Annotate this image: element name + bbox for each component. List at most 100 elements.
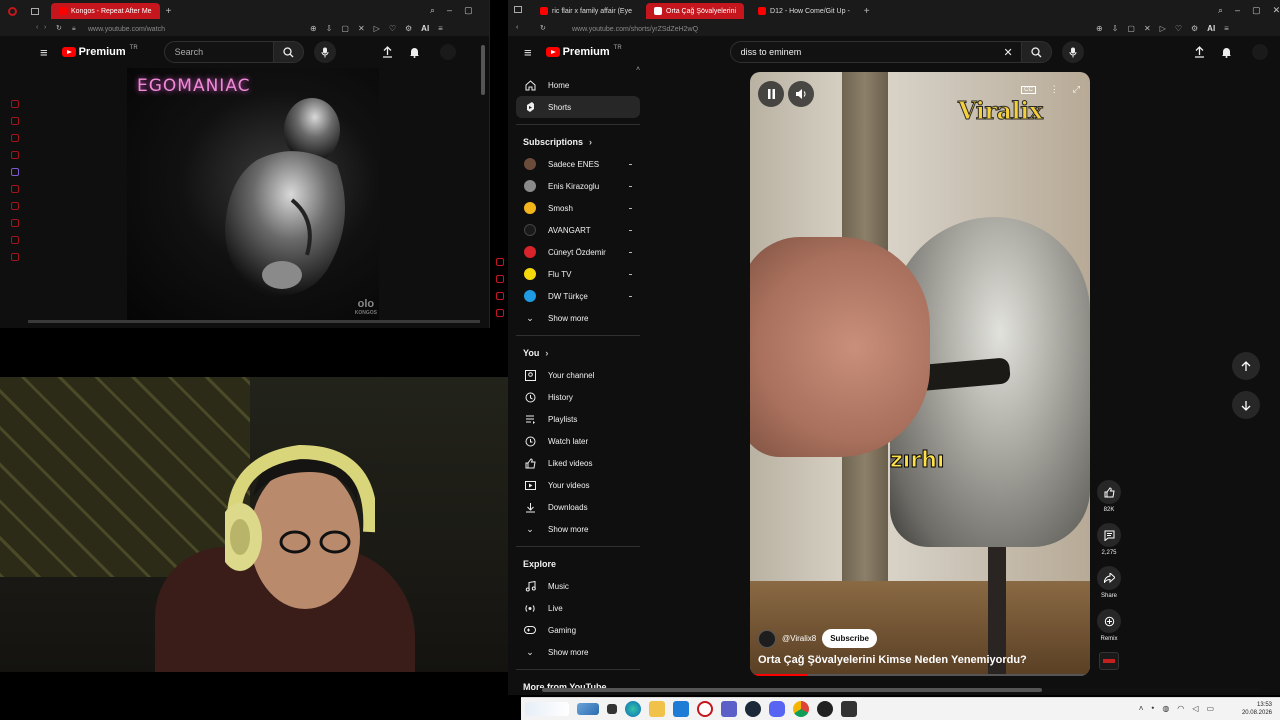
voice-search-button[interactable] xyxy=(313,41,336,63)
right-minimize-icon[interactable]: – xyxy=(1235,5,1240,16)
guide-item-music[interactable]: Music xyxy=(516,575,640,597)
previous-short-button[interactable] xyxy=(1232,352,1260,380)
right-close-icon[interactable]: ✕ xyxy=(1273,5,1280,16)
forward-icon[interactable]: › xyxy=(44,24,46,31)
left-search-button[interactable] xyxy=(273,41,304,63)
more-options-icon[interactable]: ⋮ xyxy=(1050,84,1059,95)
sidebar2-icon-3[interactable] xyxy=(496,292,504,300)
sound-thumbnail[interactable] xyxy=(1099,652,1119,670)
task-view-icon[interactable] xyxy=(607,704,617,714)
tray-app-icon-2[interactable]: ◍ xyxy=(1162,704,1169,713)
comments-button[interactable] xyxy=(1097,523,1121,547)
sidebar-icon-3[interactable] xyxy=(11,134,19,142)
sidebar-icon-9[interactable] xyxy=(11,236,19,244)
sidebar-icon-4[interactable] xyxy=(11,151,19,159)
subscribe-button[interactable]: Subscribe xyxy=(822,629,877,648)
search-tabs-icon[interactable]: ⌕ xyxy=(430,5,435,16)
zoom-icon[interactable]: ⊕ xyxy=(310,24,317,33)
right-tab-list-icon[interactable] xyxy=(514,6,522,13)
account-avatar[interactable] xyxy=(439,44,456,60)
screenshot-icon[interactable]: ▢ xyxy=(341,24,349,33)
guide-item-gaming[interactable]: Gaming xyxy=(516,619,640,641)
taskbar-landscape-app[interactable] xyxy=(577,703,599,715)
right-screenshot-icon[interactable]: ▢ xyxy=(1127,24,1135,33)
right-search-tabs-icon[interactable]: ⌕ xyxy=(1218,5,1223,16)
right-back-icon[interactable]: ‹ xyxy=(516,24,518,31)
left-tab-active[interactable]: Kongos - Repeat After Me xyxy=(51,3,160,19)
right-tab-1[interactable]: ric flair x family affair (Eye xyxy=(532,3,640,19)
right-download-icon[interactable]: ⇩ xyxy=(1112,24,1119,33)
guide-item-liked-videos[interactable]: Liked videos xyxy=(516,452,640,474)
guide-sub-sadece-enes[interactable]: Sadece ENES xyxy=(516,153,640,175)
minimize-icon[interactable]: – xyxy=(447,5,452,16)
guide-sub-flu-tv[interactable]: Flu TV xyxy=(516,263,640,285)
right-settings-icon[interactable]: ⚙ xyxy=(1191,24,1198,33)
right-youtube-premium-logo[interactable]: Premium TR xyxy=(545,45,622,58)
right-heart-icon[interactable]: ♡ xyxy=(1175,24,1182,33)
guide-item-shorts[interactable]: Shorts xyxy=(516,96,640,118)
share-action[interactable]: Share xyxy=(1097,566,1121,599)
left-scrollbar[interactable] xyxy=(481,45,485,95)
sidebar2-icon-1[interactable] xyxy=(496,258,504,266)
right-notifications-bell-icon[interactable] xyxy=(1221,46,1232,58)
guide-item-watch-later[interactable]: Watch later xyxy=(516,430,640,452)
speaker-icon[interactable]: ◁ xyxy=(1192,704,1198,713)
maximize-icon[interactable]: ▢ xyxy=(464,5,473,16)
sidebar-icon-8[interactable] xyxy=(11,219,19,227)
upload-icon[interactable] xyxy=(382,46,393,58)
right-upload-icon[interactable] xyxy=(1194,46,1205,58)
notifications-bell-icon[interactable] xyxy=(409,46,420,58)
left-search-input[interactable]: Search xyxy=(163,41,274,63)
extension-icon[interactable]: ✕ xyxy=(358,24,365,33)
obs-icon[interactable] xyxy=(817,701,833,717)
sidebar-icon-10[interactable] xyxy=(11,253,19,261)
tray-app-icon[interactable]: ⬩ xyxy=(1151,703,1154,713)
right-account-avatar[interactable] xyxy=(1251,44,1268,60)
snipping-tool-icon[interactable] xyxy=(841,701,857,717)
youtube-premium-logo[interactable]: Premium TR xyxy=(61,45,138,58)
left-video-progress[interactable] xyxy=(28,320,480,323)
guide-show-more-you[interactable]: ⌄ Show more xyxy=(516,518,640,540)
guide-sub-dw-turkce[interactable]: DW Türkçe xyxy=(516,285,640,307)
download-icon[interactable]: ⇩ xyxy=(326,24,333,33)
sidebar-icon-5[interactable] xyxy=(11,168,19,176)
file-explorer-icon[interactable] xyxy=(649,701,665,717)
back-icon[interactable]: ‹ xyxy=(36,24,38,31)
album-art-video[interactable]: EGOMANIAC olo KONGOS xyxy=(127,68,379,320)
chrome-icon[interactable] xyxy=(793,701,809,717)
guide-scroll-up-icon[interactable]: ˄ xyxy=(636,66,640,73)
edge-icon[interactable] xyxy=(625,701,641,717)
opera-logo-icon[interactable] xyxy=(8,6,17,16)
right-maximize-icon[interactable]: ▢ xyxy=(1252,5,1261,16)
comment-action[interactable]: 2,275 xyxy=(1097,523,1121,556)
battery-icon[interactable]: ▭ xyxy=(1206,704,1214,713)
fullscreen-icon[interactable]: ⤢ xyxy=(1073,84,1080,95)
remix-button[interactable] xyxy=(1097,609,1121,633)
right-search-input[interactable]: diss to eminem ✕ xyxy=(729,41,1022,63)
pause-button[interactable] xyxy=(758,81,784,107)
guide-show-more-subscriptions[interactable]: ⌄ Show more xyxy=(516,307,640,329)
sidebar2-icon-4[interactable] xyxy=(496,309,504,317)
channel-handle[interactable]: @Viralix8 xyxy=(782,634,816,643)
steam-icon[interactable] xyxy=(745,701,761,717)
guide-sub-avangart[interactable]: AVANGART xyxy=(516,219,640,241)
guide-sub-enis-kirazoglu[interactable]: Enis Kirazoglu xyxy=(516,175,640,197)
captions-icon[interactable]: CC xyxy=(1021,85,1036,94)
short-video-player[interactable]: Viralix zırhı CC ⋮ ⤢ @Viralix8 Subscribe… xyxy=(750,72,1090,676)
opera-icon[interactable] xyxy=(697,701,713,717)
horizontal-scroll-thumb[interactable] xyxy=(542,688,1042,692)
right-tab-2-active[interactable]: Orta Çağ Şövalyelerini xyxy=(646,3,745,19)
tab-list-icon[interactable] xyxy=(31,7,39,15)
guide-item-playlists[interactable]: Playlists xyxy=(516,408,640,430)
play-icon[interactable]: ▷ xyxy=(374,24,380,33)
like-button[interactable] xyxy=(1097,480,1121,504)
guide-show-more-explore[interactable]: ⌄ Show more xyxy=(516,641,640,663)
right-new-tab-button[interactable]: + xyxy=(864,6,870,17)
mail-icon[interactable] xyxy=(673,701,689,717)
guide-you-header[interactable]: You › xyxy=(516,342,640,364)
reload-icon[interactable]: ↻ xyxy=(56,24,62,32)
heart-icon[interactable]: ♡ xyxy=(389,24,396,33)
taskbar-clock[interactable]: 13:53 20.08.2026 xyxy=(1242,701,1272,717)
right-address-bar[interactable]: ‹ ↻ www.youtube.com/shorts/yrZSdZeH2wQ ⊕… xyxy=(508,22,1280,36)
short-title[interactable]: Orta Çağ Şövalyelerini Kimse Neden Yenem… xyxy=(758,654,1027,666)
